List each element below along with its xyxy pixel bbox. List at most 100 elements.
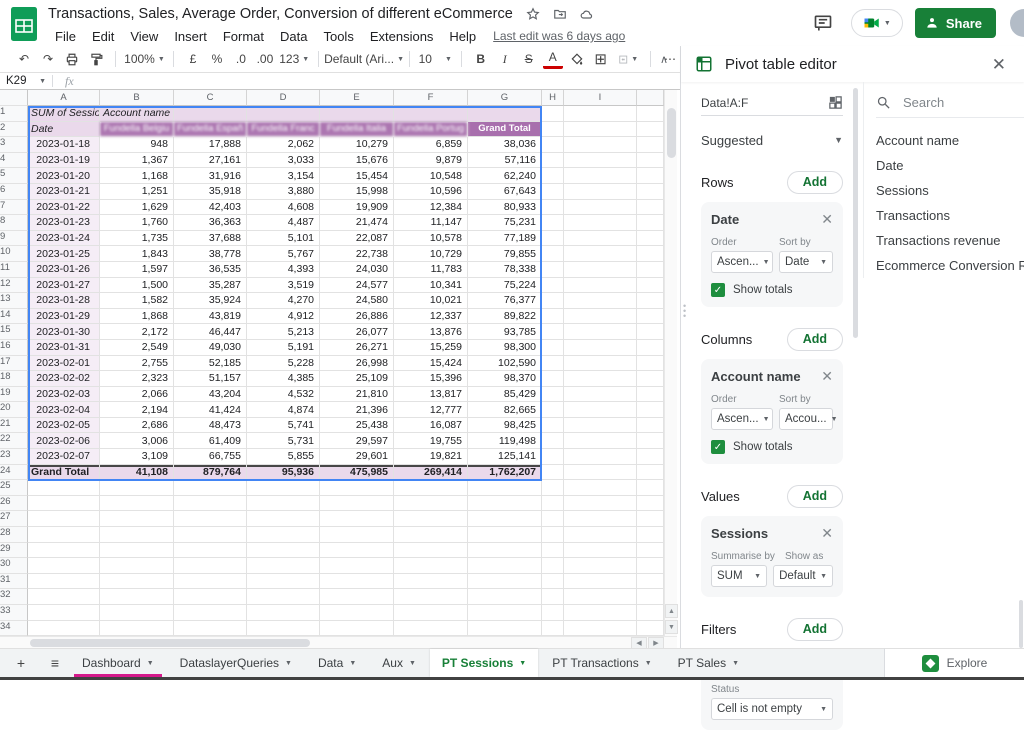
cell[interactable] [564, 418, 637, 434]
cell[interactable] [542, 278, 564, 294]
cell[interactable]: 12,777 [394, 402, 468, 418]
horizontal-scrollbar[interactable]: ◀ ▶ [0, 636, 677, 648]
row-header-29[interactable]: 29 [0, 543, 28, 559]
cell[interactable] [542, 543, 564, 559]
font-size-select[interactable]: 10▼ [419, 49, 452, 69]
cell[interactable]: 26,886 [320, 309, 394, 325]
close-icon[interactable]: ✕ [988, 54, 1010, 75]
cell[interactable]: 1,168 [100, 168, 174, 184]
column-header-H[interactable]: H [542, 90, 564, 106]
cell[interactable]: 57,116 [468, 153, 542, 169]
cell[interactable] [247, 511, 320, 527]
cell[interactable] [542, 527, 564, 543]
field-item-transactions-revenue[interactable]: Transactions revenue [876, 228, 1024, 253]
cell[interactable] [564, 589, 637, 605]
add-sheet-icon[interactable]: + [8, 649, 34, 677]
row-header-28[interactable]: 28 [0, 527, 28, 543]
row-header-34[interactable]: 34 [0, 621, 28, 636]
cell[interactable] [394, 605, 468, 621]
cell[interactable] [542, 293, 564, 309]
cell[interactable]: 15,259 [394, 340, 468, 356]
cell[interactable] [542, 231, 564, 247]
order-select[interactable]: Ascen...▼ [711, 408, 773, 430]
row-header-8[interactable]: 8 [0, 215, 28, 231]
sortby-select[interactable]: Accou...▼ [779, 408, 833, 430]
row-header-27[interactable]: 27 [0, 511, 28, 527]
cell[interactable]: 17,888 [174, 137, 247, 153]
cell[interactable]: 2023-01-29 [28, 309, 100, 325]
cell[interactable]: 79,855 [468, 246, 542, 262]
cell[interactable] [542, 465, 564, 481]
cell[interactable]: 4,270 [247, 293, 320, 309]
cell[interactable]: 2023-01-28 [28, 293, 100, 309]
cell[interactable] [174, 496, 247, 512]
sheet-tab-pt-sessions[interactable]: PT Sessions▼ [430, 649, 538, 677]
column-header-I[interactable]: I [564, 90, 637, 106]
row-header-32[interactable]: 32 [0, 589, 28, 605]
menu-insert[interactable]: Insert [167, 28, 214, 45]
cell[interactable]: 4,608 [247, 200, 320, 216]
cell[interactable]: 2023-01-20 [28, 168, 100, 184]
cell[interactable] [247, 527, 320, 543]
cell[interactable]: 11,147 [394, 215, 468, 231]
cell[interactable] [542, 137, 564, 153]
cell[interactable] [394, 511, 468, 527]
cell[interactable] [468, 605, 542, 621]
cell[interactable] [564, 496, 637, 512]
row-header-13[interactable]: 13 [0, 293, 28, 309]
cell[interactable] [174, 589, 247, 605]
cell[interactable] [542, 153, 564, 169]
cell[interactable]: 95,936 [247, 465, 320, 481]
row-header-21[interactable]: 21 [0, 418, 28, 434]
cell[interactable]: 5,228 [247, 356, 320, 372]
chevron-down-icon[interactable]: ▼ [285, 660, 292, 667]
cell[interactable] [542, 371, 564, 387]
cell[interactable]: 2023-01-24 [28, 231, 100, 247]
cell[interactable]: 6,859 [394, 137, 468, 153]
cell[interactable]: 19,909 [320, 200, 394, 216]
cell[interactable]: 125,141 [468, 449, 542, 465]
cell[interactable]: 75,231 [468, 215, 542, 231]
cell[interactable]: 21,810 [320, 387, 394, 403]
cell[interactable] [637, 278, 664, 294]
row-header-4[interactable]: 4 [0, 153, 28, 169]
sheet-tab-pt-transactions[interactable]: PT Transactions▼ [540, 649, 663, 677]
cell[interactable]: 93,785 [468, 324, 542, 340]
cell[interactable] [320, 589, 394, 605]
cell[interactable]: 1,868 [100, 309, 174, 325]
cell[interactable] [564, 153, 637, 169]
cell[interactable] [174, 605, 247, 621]
cell[interactable]: 119,498 [468, 433, 542, 449]
cell[interactable] [394, 589, 468, 605]
menu-view[interactable]: View [123, 28, 165, 45]
cell[interactable]: 16,087 [394, 418, 468, 434]
remove-icon[interactable]: ✕ [821, 211, 833, 228]
cell[interactable] [542, 433, 564, 449]
cell[interactable]: 1,760 [100, 215, 174, 231]
cell[interactable]: 2,172 [100, 324, 174, 340]
row-header-25[interactable]: 25 [0, 480, 28, 496]
cell[interactable] [320, 480, 394, 496]
cell[interactable]: 22,087 [320, 231, 394, 247]
cell[interactable] [637, 231, 664, 247]
row-header-22[interactable]: 22 [0, 433, 28, 449]
chevron-down-icon[interactable]: ▼ [409, 660, 416, 667]
cell[interactable]: 42,403 [174, 200, 247, 216]
column-header-D[interactable]: D [247, 90, 320, 106]
cell[interactable] [637, 418, 664, 434]
cell[interactable]: 77,189 [468, 231, 542, 247]
cell[interactable] [542, 200, 564, 216]
comment-history-icon[interactable] [813, 13, 833, 33]
cell[interactable]: 12,384 [394, 200, 468, 216]
meet-button[interactable]: ▼ [851, 9, 903, 37]
corner-cell[interactable] [0, 90, 28, 106]
cell[interactable] [542, 122, 564, 138]
cell[interactable] [564, 527, 637, 543]
cell[interactable] [542, 449, 564, 465]
cell[interactable] [394, 574, 468, 590]
cell[interactable] [637, 558, 664, 574]
cell[interactable] [247, 621, 320, 636]
cell[interactable]: 5,741 [247, 418, 320, 434]
cell[interactable] [542, 574, 564, 590]
column-header-C[interactable]: C [174, 90, 247, 106]
